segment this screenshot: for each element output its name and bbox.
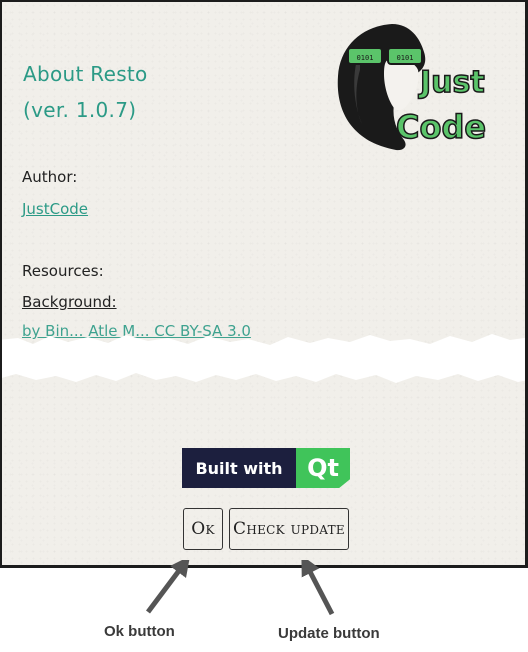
svg-text:0101: 0101: [397, 54, 414, 62]
qt-logo-icon: Qt: [296, 448, 350, 488]
ok-button-annotation: Ok button: [104, 623, 175, 640]
ok-button[interactable]: Ok: [183, 508, 223, 550]
justcode-logo-icon: 0101 0101 Just Code: [337, 24, 487, 151]
ok-arrow-icon: [146, 560, 190, 614]
qt-badge-text: Built with: [182, 448, 296, 488]
author-link[interactable]: JustCode: [22, 200, 88, 218]
check-update-button[interactable]: Check update: [229, 508, 349, 550]
update-arrow-icon: [301, 560, 335, 616]
update-button-annotation: Update button: [278, 625, 380, 642]
about-dialog: About Resto (ver. 1.0.7) 0101 0101 Just …: [0, 0, 528, 568]
torn-paper-break: [2, 334, 525, 383]
version-label: (ver. 1.0.7): [23, 98, 137, 122]
annotation-arrows: [146, 560, 335, 616]
resources-label: Resources:: [22, 262, 104, 280]
built-with-qt-badge: Built with Qt: [182, 448, 350, 488]
svg-text:Code: Code: [396, 108, 486, 146]
svg-text:Just: Just: [418, 65, 485, 100]
dialog-title: About Resto: [23, 62, 148, 86]
background-link[interactable]: Background:: [22, 293, 117, 311]
svg-text:0101: 0101: [357, 54, 374, 62]
author-label: Author:: [22, 168, 78, 186]
